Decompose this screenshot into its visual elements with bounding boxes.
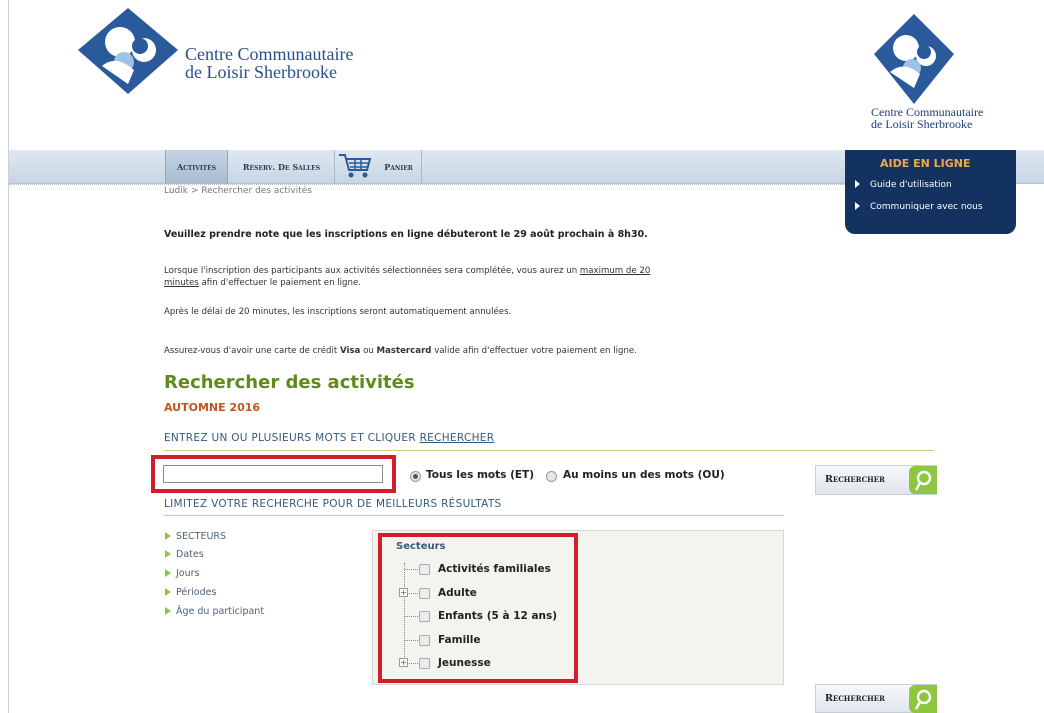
page-title: Rechercher des activités — [164, 372, 415, 393]
minutes-link[interactable]: minutes — [164, 278, 199, 288]
breadcrumb[interactable]: Ludik > Rechercher des activités — [164, 186, 312, 196]
search-icon — [909, 685, 937, 713]
search-button-bottom[interactable]: Rechercher — [815, 684, 937, 713]
sector-label[interactable]: Enfants (5 à 12 ans) — [438, 610, 557, 622]
cclsherbrooke-logo[interactable] — [76, 6, 180, 96]
filter-age[interactable]: Âge du participant — [165, 606, 264, 617]
maximum-link[interactable]: maximum de 20 — [580, 266, 650, 276]
expand-icon[interactable]: + — [399, 588, 408, 597]
checkbox-adulte[interactable] — [419, 588, 430, 599]
credit-card-text: Assurez-vous d'avoir une carte de crédit… — [164, 346, 637, 356]
cancellation-text: Après le délai de 20 minutes, les inscri… — [164, 307, 512, 317]
tree-branch — [405, 569, 418, 570]
nav-tab-activites[interactable]: Activités — [165, 150, 228, 184]
search-heading-link[interactable]: RECHERCHER — [420, 432, 495, 444]
sector-label[interactable]: Jeunesse — [438, 657, 491, 669]
sector-label[interactable]: Famille — [438, 634, 481, 646]
cart-icon[interactable] — [337, 152, 373, 180]
search-icon — [909, 466, 937, 494]
expand-icon[interactable]: + — [399, 658, 408, 667]
search-input[interactable] — [163, 465, 383, 483]
filter-periodes[interactable]: Périodes — [165, 587, 216, 598]
brand-name-small: Centre Communautaire de Loisir Sherbrook… — [871, 105, 984, 131]
sector-label[interactable]: Adulte — [438, 587, 477, 599]
search-section-heading: ENTREZ UN OU PLUSIEURS MOTS ET CLIQUER R… — [164, 432, 495, 444]
filter-dates[interactable]: Dates — [165, 549, 204, 560]
tree-line — [404, 563, 405, 667]
radio-all-words[interactable] — [410, 471, 421, 482]
payment-delay-text: Lorsque l'inscription des participants a… — [164, 266, 651, 288]
brand-name: Centre Communautaire de Loisir Sherbrook… — [185, 44, 354, 82]
filter-jours[interactable]: Jours — [165, 568, 200, 579]
radio-all-words-label[interactable]: Tous les mots (ET) — [426, 469, 534, 481]
season-label: AUTOMNE 2016 — [164, 401, 261, 414]
section-rule-2 — [164, 515, 784, 516]
section-rule — [164, 450, 934, 451]
nav-divider — [9, 184, 849, 185]
checkbox-enfants[interactable] — [419, 611, 430, 622]
sectors-title: Secteurs — [396, 541, 446, 552]
checkbox-jeunesse[interactable] — [419, 658, 430, 669]
filter-secteurs[interactable]: SECTEURS — [165, 531, 226, 542]
search-button[interactable]: Rechercher — [815, 465, 937, 495]
radio-any-word-label[interactable]: Au moins un des mots (OU) — [563, 469, 725, 481]
tree-branch — [405, 616, 418, 617]
help-title: AIDE EN LIGNE — [880, 157, 971, 170]
checkbox-famille[interactable] — [419, 635, 430, 646]
help-link-contact[interactable]: Communiquer avec nous — [855, 202, 983, 212]
arrow-right-icon — [855, 180, 860, 188]
arrow-right-icon — [855, 202, 860, 210]
checkbox-activites-familiales[interactable] — [419, 564, 430, 575]
notice-text: Veuillez prendre note que les inscriptio… — [164, 229, 648, 240]
nav-tab-reservation-salles[interactable]: Réserv. De Salles — [229, 150, 335, 184]
nav-tab-panier[interactable]: Panier — [376, 150, 422, 184]
cclsherbrooke-logo-small — [874, 14, 954, 104]
radio-any-word[interactable] — [546, 471, 557, 482]
help-link-guide[interactable]: Guide d'utilisation — [855, 180, 952, 190]
page-left-border — [8, 0, 9, 713]
sector-label[interactable]: Activités familiales — [438, 563, 551, 575]
limit-section-heading: LIMITEZ VOTRE RECHERCHE POUR DE MEILLEUR… — [164, 498, 502, 510]
tree-branch — [405, 640, 418, 641]
